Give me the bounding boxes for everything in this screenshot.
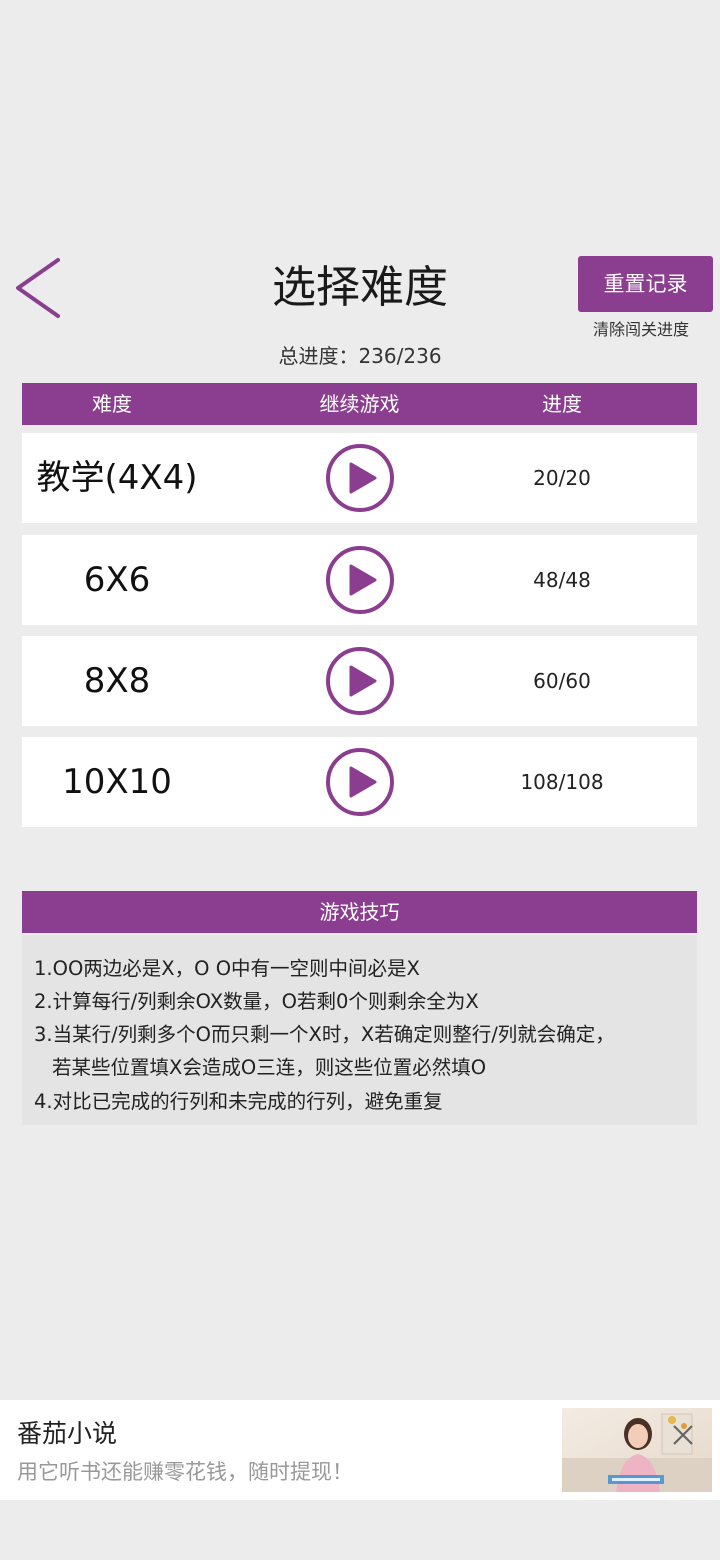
column-header-continue: 继续游戏 bbox=[319, 392, 400, 416]
ad-thumbnail-woman-image bbox=[562, 1408, 712, 1492]
reset-hint-text: 清除闯关进度 bbox=[592, 320, 689, 339]
tip-line: 3.当某行/列剩多个O而只剩一个X时，X若确定则整行/列就会确定， bbox=[34, 1023, 615, 1046]
difficulty-row-6x6: 6X6 48/48 bbox=[22, 535, 697, 625]
ad-description: 用它听书还能赚零花钱，随时提现！ bbox=[17, 1460, 353, 1484]
play-button[interactable] bbox=[325, 747, 395, 817]
ad-banner[interactable]: 番茄小说 用它听书还能赚零花钱，随时提现！ bbox=[0, 1400, 720, 1500]
difficulty-progress: 60/60 bbox=[533, 669, 591, 693]
difficulty-name: 10X10 bbox=[62, 762, 172, 802]
close-icon bbox=[673, 1425, 693, 1445]
play-button[interactable] bbox=[325, 545, 395, 615]
ad-title: 番茄小说 bbox=[17, 1419, 118, 1448]
play-icon bbox=[326, 647, 394, 715]
difficulty-row-10x10: 10X10 108/108 bbox=[22, 737, 697, 827]
difficulty-name: 教学(4X4) bbox=[36, 458, 198, 498]
table-header: 难度 继续游戏 进度 bbox=[22, 383, 697, 425]
difficulty-progress: 108/108 bbox=[520, 770, 604, 794]
tip-line: 2.计算每行/列剩余OX数量，O若剩0个则剩余全为X bbox=[34, 990, 479, 1013]
play-icon bbox=[326, 748, 394, 816]
play-icon bbox=[326, 444, 394, 512]
tips-panel: 1.OO两边必是X，O O中有一空则中间必是X 2.计算每行/列剩余OX数量，O… bbox=[22, 935, 697, 1125]
column-header-progress: 进度 bbox=[542, 392, 582, 416]
total-progress: 总进度：236/236 bbox=[278, 344, 442, 368]
difficulty-name: 6X6 bbox=[83, 560, 151, 600]
ad-thumbnail[interactable] bbox=[562, 1408, 712, 1492]
column-header-difficulty: 难度 bbox=[92, 392, 132, 416]
play-button[interactable] bbox=[325, 646, 395, 716]
difficulty-progress: 20/20 bbox=[533, 466, 591, 490]
difficulty-progress: 48/48 bbox=[533, 568, 591, 592]
play-icon bbox=[326, 546, 394, 614]
difficulty-row-tutorial: 教学(4X4) 20/20 bbox=[22, 433, 697, 523]
reset-records-button[interactable]: 重置记录 bbox=[578, 256, 713, 312]
tips-header: 游戏技巧 bbox=[22, 891, 697, 933]
play-button[interactable] bbox=[325, 443, 395, 513]
ad-close-button[interactable] bbox=[670, 1422, 696, 1448]
difficulty-row-8x8: 8X8 60/60 bbox=[22, 636, 697, 726]
tip-line: 4.对比已完成的行列和未完成的行列，避免重复 bbox=[34, 1090, 443, 1113]
tip-line: 1.OO两边必是X，O O中有一空则中间必是X bbox=[34, 957, 420, 980]
difficulty-name: 8X8 bbox=[83, 661, 151, 701]
tip-line: 若某些位置填X会造成O三连，则这些位置必然填O bbox=[52, 1056, 487, 1079]
